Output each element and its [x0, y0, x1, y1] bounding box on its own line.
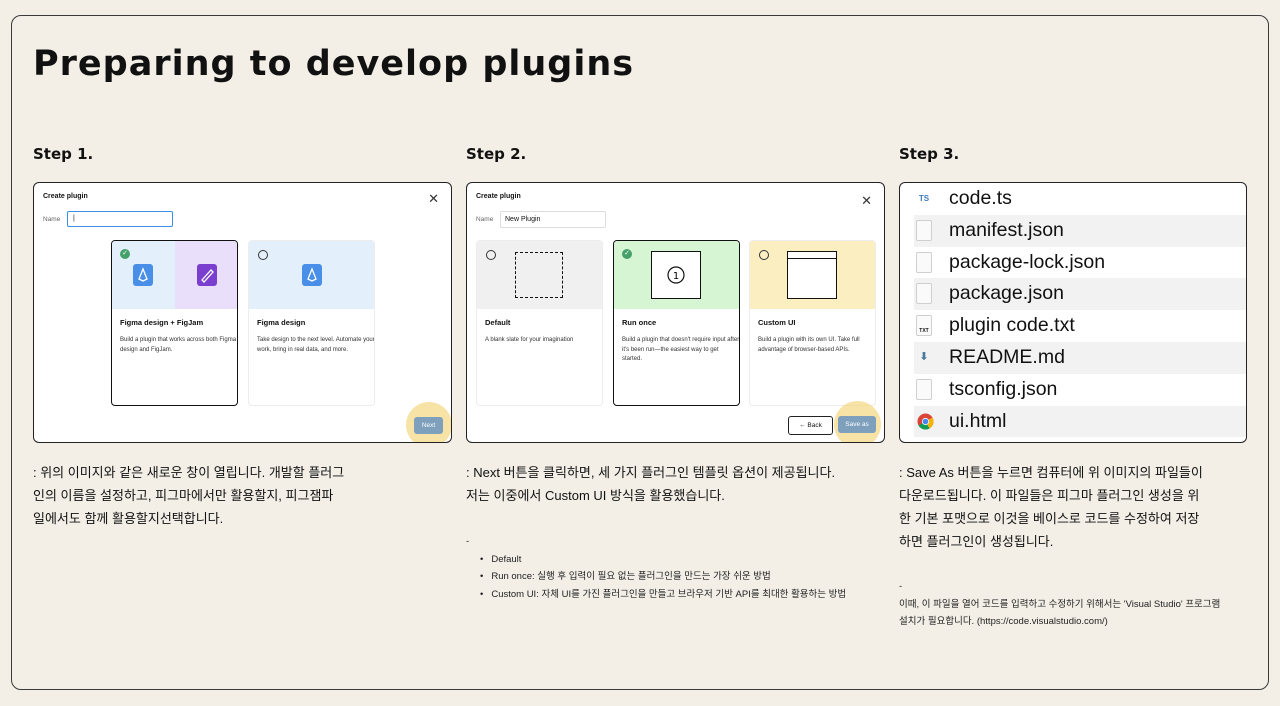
card-illustration: 1 — [614, 241, 739, 309]
run-once-icon: 1 — [651, 251, 701, 299]
card-illustration — [249, 241, 374, 309]
file-row[interactable]: TS code.ts — [914, 183, 1246, 215]
card-figma-figjam[interactable]: ✓ Figma design + FigJam Build a plugin t… — [111, 240, 238, 406]
text-line: 다운로드됩니다. 이 파일들은 피그마 플러그인 생성을 위 — [899, 488, 1200, 503]
dashed-box-icon — [515, 252, 563, 298]
page-title: Preparing to develop plugins — [33, 44, 635, 84]
step3-description: : Save As 버튼을 누르면 컴퓨터에 위 이미지의 파일들이 다운로드됩… — [899, 461, 1239, 553]
file-icon — [916, 283, 932, 305]
file-row[interactable]: ui.html — [914, 405, 1246, 438]
note-item: Custom UI: 자체 UI를 가진 플러그인을 만들고 브라우저 기반 A… — [482, 586, 886, 604]
card-figma-design[interactable]: Figma design Take design to the next lev… — [248, 240, 375, 406]
file-row[interactable]: package-lock.json — [914, 247, 1246, 279]
file-name: tsconfig.json — [949, 377, 1058, 400]
card-run-once[interactable]: 1 ✓ Run once Build a plugin that doesn't… — [613, 240, 740, 406]
radio-button[interactable] — [759, 250, 769, 260]
file-name: manifest.json — [949, 218, 1064, 241]
step2-screenshot: Create plugin ✕ Name New Plugin Default … — [466, 182, 885, 443]
name-input[interactable]: New Plugin — [500, 211, 606, 228]
name-label: Name — [43, 216, 61, 223]
selected-check-icon: ✓ — [120, 249, 130, 259]
file-icon — [916, 251, 932, 273]
file-row[interactable]: ⬇ README.md — [914, 342, 1246, 374]
figma-pen-icon — [133, 264, 153, 286]
step2-label: Step 2. — [466, 145, 527, 163]
file-name: plugin code.txt — [949, 314, 1075, 337]
text-line: : Save As 버튼을 누르면 컴퓨터에 위 이미지의 파일들이 — [899, 465, 1203, 480]
step3-file-list: TS code.ts manifest.json package-lock.js… — [899, 182, 1247, 443]
card-title: Run once — [622, 318, 657, 327]
text-file-icon: TXT — [916, 315, 932, 337]
typescript-file-icon: TS — [918, 194, 930, 203]
text-line: : 위의 이미지와 같은 새로운 창이 열립니다. 개발할 플러그 — [33, 465, 345, 480]
back-label: Back — [807, 422, 822, 429]
radio-button[interactable] — [486, 250, 496, 260]
card-illustration — [750, 241, 875, 309]
card-title: Figma design + FigJam — [120, 318, 204, 327]
card-default[interactable]: Default A blank slate for your imaginati… — [476, 240, 603, 406]
file-name: package-lock.json — [949, 250, 1106, 273]
dialog-title: Create plugin — [476, 193, 521, 200]
file-row[interactable]: TXT plugin code.txt — [914, 310, 1246, 342]
markdown-download-icon: ⬇ — [919, 351, 929, 363]
card-description: Build a plugin that works across both Fi… — [120, 337, 237, 353]
note-line: 설치가 필요합니다. (https://code.visualstudio.co… — [899, 616, 1108, 627]
note-line: 이때, 이 파일을 열어 코드를 입력하고 수정하기 위해서는 'Visual … — [899, 598, 1221, 610]
step1-screenshot: Create plugin ✕ Name | ✓ Figma design + … — [33, 182, 452, 443]
file-row[interactable]: tsconfig.json — [914, 374, 1246, 406]
close-icon[interactable]: ✕ — [861, 194, 872, 207]
step3-notes: - 이때, 이 파일을 열어 코드를 입력하고 수정하기 위해서는 'Visua… — [899, 578, 1259, 631]
note-item: Default — [482, 551, 886, 569]
text-line: 저는 이중에서 Custom UI 방식을 활용했습니다. — [466, 488, 725, 503]
text-line: 인의 이름을 설정하고, 피그마에서만 활용할지, 피그잼파 — [33, 488, 334, 503]
name-input[interactable]: | — [67, 211, 173, 227]
text-line: 일에서도 함께 활용할지선택합니다. — [33, 511, 224, 526]
card-title: Figma design — [257, 318, 306, 327]
card-description: Build a plugin that doesn't require inpu… — [622, 337, 740, 362]
figma-pen-icon — [302, 264, 322, 286]
file-icon — [916, 378, 932, 400]
step1-label: Step 1. — [33, 145, 94, 163]
save-as-button[interactable]: Save as — [838, 416, 876, 433]
card-title: Custom UI — [758, 318, 796, 327]
file-name: ui.html — [949, 409, 1007, 432]
step3-label: Step 3. — [899, 145, 960, 163]
note-dash: - — [899, 581, 903, 592]
selected-check-icon: ✓ — [622, 249, 632, 259]
file-name: README.md — [949, 346, 1065, 368]
step2-notes: - Default Run once: 실행 후 입력이 필요 없는 플러그인을… — [466, 533, 886, 603]
back-button[interactable]: ← Back — [788, 416, 833, 435]
window-icon — [787, 251, 837, 299]
chrome-icon — [917, 413, 934, 430]
text-line: : Next 버튼을 클릭하면, 세 가지 플러그인 템플릿 옵션이 제공됩니다… — [466, 465, 836, 480]
note-item: Run once: 실행 후 입력이 필요 없는 플러그인을 만드는 가장 쉬운… — [482, 568, 886, 586]
text-line: 한 기본 포맷으로 이것을 베이스로 코드를 수정하여 저장 — [899, 511, 1200, 526]
file-row[interactable]: package.json — [914, 278, 1246, 311]
note-dash: - — [466, 536, 470, 547]
file-row[interactable]: manifest.json — [914, 214, 1246, 247]
radio-button[interactable] — [258, 250, 268, 260]
text-line: 하면 플러그인이 생성됩니다. — [899, 534, 1054, 549]
card-description: A blank slate for your imagination — [485, 337, 574, 343]
figjam-marker-icon — [197, 264, 217, 286]
next-button[interactable]: Next — [414, 417, 443, 434]
close-icon[interactable]: ✕ — [428, 192, 439, 205]
dialog-title: Create plugin — [43, 193, 88, 200]
file-icon — [916, 219, 932, 241]
file-name: code.ts — [949, 187, 1012, 209]
card-description: Take design to the next level. Automate … — [257, 337, 375, 353]
card-custom-ui[interactable]: Custom UI Build a plugin with its own UI… — [749, 240, 876, 406]
card-title: Default — [485, 318, 511, 327]
card-description: Build a plugin with its own UI. Take ful… — [758, 337, 860, 353]
card-illustration — [477, 241, 602, 309]
step2-description: : Next 버튼을 클릭하면, 세 가지 플러그인 템플릿 옵션이 제공됩니다… — [466, 461, 876, 507]
svg-text:1: 1 — [673, 271, 679, 282]
step1-description: : 위의 이미지와 같은 새로운 창이 열립니다. 개발할 플러그 인의 이름을… — [33, 461, 363, 530]
card-illustration — [112, 241, 237, 309]
name-label: Name — [476, 216, 494, 223]
file-name: package.json — [949, 282, 1064, 305]
